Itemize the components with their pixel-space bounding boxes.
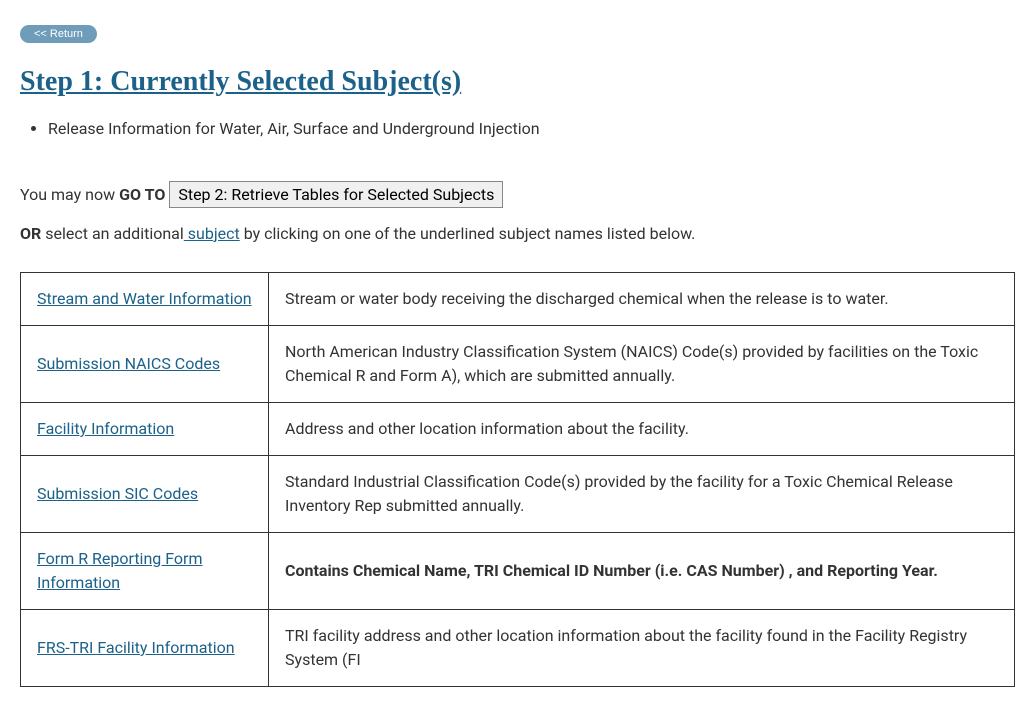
subject-desc-cell: Contains Chemical Name, TRI Chemical ID … bbox=[269, 533, 1015, 610]
subject-link[interactable]: subject bbox=[184, 224, 240, 243]
goto-prefix: You may now bbox=[20, 185, 119, 204]
return-button[interactable]: << Return bbox=[20, 25, 97, 43]
or-line: OR select an additional subject by click… bbox=[20, 222, 1015, 246]
subject-link-4[interactable]: Form R Reporting Form Information bbox=[37, 549, 203, 592]
subject-name-cell: FRS-TRI Facility Information bbox=[21, 610, 269, 687]
subjects-table: Stream and Water Information Stream or wa… bbox=[20, 272, 1015, 687]
table-row: Submission SIC Codes Standard Industrial … bbox=[21, 456, 1015, 533]
subject-name-cell: Stream and Water Information bbox=[21, 273, 269, 326]
selected-subject-item: Release Information for Water, Air, Surf… bbox=[48, 117, 1015, 141]
subject-name-cell: Submission SIC Codes bbox=[21, 456, 269, 533]
subject-desc-cell: Standard Industrial Classification Code(… bbox=[269, 456, 1015, 533]
subject-name-cell: Submission NAICS Codes bbox=[21, 326, 269, 403]
subject-link-2[interactable]: Facility Information bbox=[37, 419, 174, 438]
subject-desc-cell: North American Industry Classification S… bbox=[269, 326, 1015, 403]
goto-bold: GO TO bbox=[119, 185, 165, 204]
table-row: Submission NAICS Codes North American Ind… bbox=[21, 326, 1015, 403]
subject-link-1[interactable]: Submission NAICS Codes bbox=[37, 354, 220, 373]
subject-link-5[interactable]: FRS-TRI Facility Information bbox=[37, 638, 235, 657]
subject-desc-cell: TRI facility address and other location … bbox=[269, 610, 1015, 687]
goto-line: You may now GO TO Step 2: Retrieve Table… bbox=[20, 181, 1015, 208]
selected-subjects-list: Release Information for Water, Air, Surf… bbox=[48, 117, 1015, 141]
or-text-1: select an additional bbox=[41, 224, 184, 243]
step2-button[interactable]: Step 2: Retrieve Tables for Selected Sub… bbox=[169, 181, 503, 208]
subject-desc-cell: Address and other location information a… bbox=[269, 403, 1015, 456]
subject-name-cell: Form R Reporting Form Information bbox=[21, 533, 269, 610]
or-text-2: by clicking on one of the underlined sub… bbox=[240, 224, 696, 243]
or-bold: OR bbox=[20, 224, 41, 243]
table-row: Facility Information Address and other lo… bbox=[21, 403, 1015, 456]
subject-link-0[interactable]: Stream and Water Information bbox=[37, 289, 252, 308]
page-heading: Step 1: Currently Selected Subject(s) bbox=[20, 61, 1015, 103]
subject-desc-cell: Stream or water body receiving the disch… bbox=[269, 273, 1015, 326]
table-row: Form R Reporting Form Information Contain… bbox=[21, 533, 1015, 610]
subject-name-cell: Facility Information bbox=[21, 403, 269, 456]
subject-link-3[interactable]: Submission SIC Codes bbox=[37, 484, 198, 503]
table-row: FRS-TRI Facility Information TRI facility… bbox=[21, 610, 1015, 687]
table-row: Stream and Water Information Stream or wa… bbox=[21, 273, 1015, 326]
